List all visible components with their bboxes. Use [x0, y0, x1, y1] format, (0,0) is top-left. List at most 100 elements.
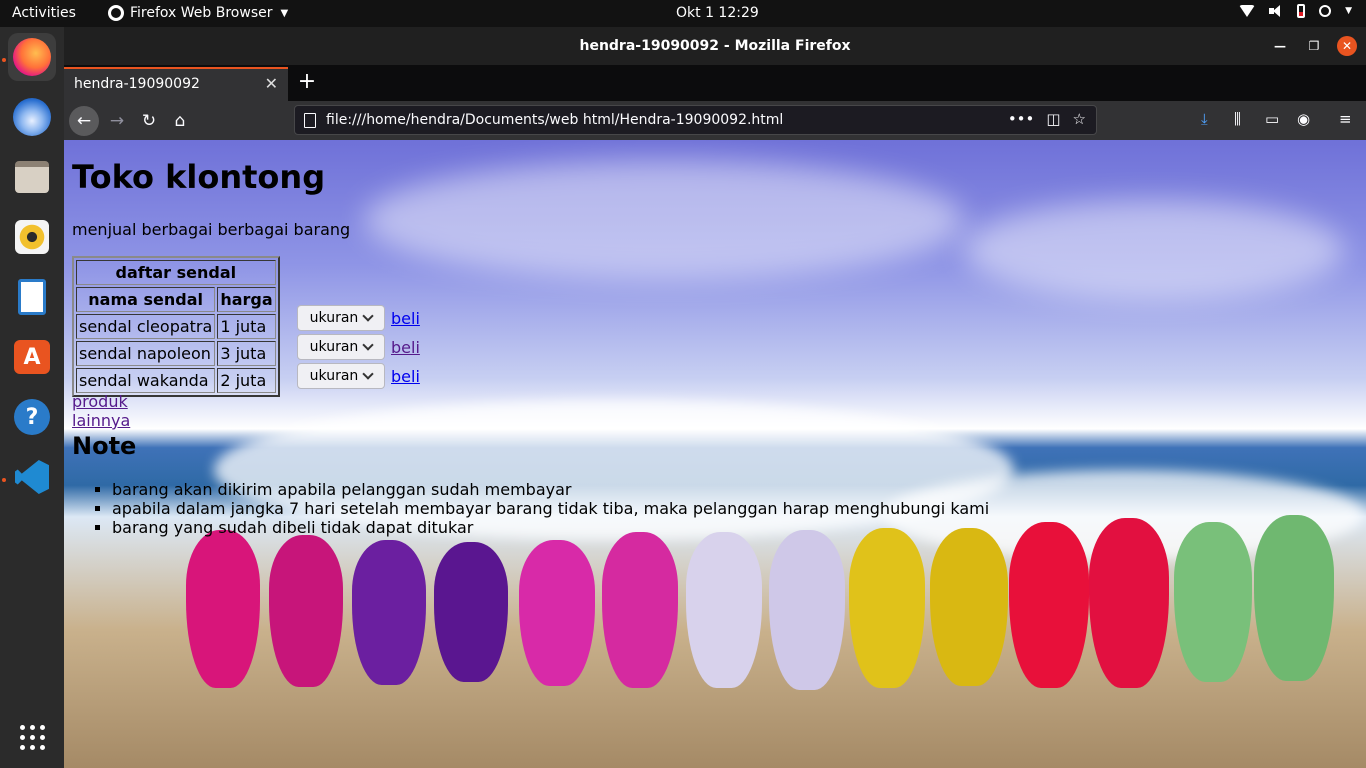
- rhythmbox-icon: [15, 220, 49, 254]
- chevron-down-icon: [362, 368, 374, 380]
- chevron-down-icon: [362, 339, 374, 351]
- url-bar[interactable]: file:///home/hendra/Documents/web html/H…: [294, 105, 1097, 135]
- firefox-icon: [13, 38, 51, 76]
- library-icon[interactable]: ⫼: [1234, 110, 1241, 128]
- app-menu-label: Firefox Web Browser: [130, 5, 273, 21]
- activities-button[interactable]: Activities: [12, 5, 76, 21]
- size-select[interactable]: ukuran: [297, 363, 385, 389]
- flipflop-image: [1254, 515, 1334, 681]
- dock-firefox[interactable]: [8, 33, 56, 81]
- dock: A ?: [0, 27, 65, 768]
- note-heading: Note: [72, 432, 137, 460]
- chevron-down-icon: [362, 310, 374, 322]
- power-icon: [1319, 5, 1332, 17]
- back-button[interactable]: ←: [69, 106, 99, 136]
- dock-help[interactable]: ?: [8, 393, 56, 441]
- sandal-table: daftar sendal nama sendal harga sendal c…: [72, 256, 280, 397]
- dock-vscode[interactable]: [8, 453, 56, 501]
- chevron-down-icon: ▼: [1345, 6, 1352, 16]
- tab-bar: hendra-19090092 ✕ +: [64, 65, 1366, 101]
- size-select-label: ukuran: [309, 310, 359, 326]
- dock-software[interactable]: A: [8, 333, 56, 381]
- sandal-name: sendal wakanda: [76, 368, 216, 393]
- libreoffice-writer-icon: [18, 279, 46, 315]
- system-tray[interactable]: ▼: [1239, 4, 1352, 18]
- background-cloud: [964, 200, 1344, 300]
- sandal-name: sendal cleopatra: [76, 314, 216, 339]
- table-row: sendal wakanda 2 juta: [76, 368, 276, 393]
- flipflop-image: [1174, 522, 1252, 682]
- page-actions-icon[interactable]: •••: [1008, 110, 1035, 128]
- new-tab-button[interactable]: +: [294, 69, 320, 94]
- title-bar: hendra-19090092 - Mozilla Firefox — ❐ ✕: [64, 27, 1366, 65]
- chevron-down-icon: ▼: [280, 7, 289, 19]
- page-content: Toko klontong menjual berbagai berbagai …: [64, 140, 1366, 768]
- firefox-window: hendra-19090092 - Mozilla Firefox — ❐ ✕ …: [64, 27, 1366, 768]
- flipflop-image: [602, 532, 678, 688]
- buy-link[interactable]: beli: [391, 367, 420, 386]
- list-item: apabila dalam jangka 7 hari setelah memb…: [112, 499, 989, 518]
- navigation-toolbar: ← → ↻ ⌂ file:///home/hendra/Documents/we…: [64, 101, 1366, 140]
- url-text[interactable]: file:///home/hendra/Documents/web html/H…: [326, 112, 783, 128]
- list-item: barang yang sudah dibeli tidak dapat dit…: [112, 518, 989, 537]
- order-row: ukuran beli: [297, 305, 420, 331]
- running-indicator: [2, 58, 6, 62]
- reload-button[interactable]: ↻: [134, 106, 164, 136]
- table-caption: daftar sendal: [76, 260, 276, 285]
- table-row: sendal napoleon 3 juta: [76, 341, 276, 366]
- thunderbird-icon: [13, 98, 51, 136]
- sandal-price: 2 juta: [217, 368, 276, 393]
- more-products-link[interactable]: produk lainnya: [72, 392, 130, 430]
- flipflop-image: [186, 530, 260, 688]
- show-applications-icon: [19, 724, 45, 750]
- flipflop-image: [1089, 518, 1169, 688]
- sandal-price: 1 juta: [217, 314, 276, 339]
- close-window-button[interactable]: ✕: [1337, 36, 1357, 56]
- clock[interactable]: Okt 1 12:29: [676, 5, 759, 21]
- account-icon[interactable]: ◉: [1297, 110, 1310, 128]
- close-tab-icon[interactable]: ✕: [265, 74, 278, 93]
- table-row: sendal cleopatra 1 juta: [76, 314, 276, 339]
- buy-link[interactable]: beli: [391, 309, 420, 328]
- dock-files[interactable]: [8, 153, 56, 201]
- battery-icon: [1297, 4, 1306, 18]
- firefox-app-icon: [108, 5, 124, 21]
- flipflop-image: [930, 528, 1008, 686]
- tab-label: hendra-19090092: [74, 76, 200, 92]
- flipflop-image: [849, 528, 925, 688]
- pocket-icon[interactable]: ◫: [1046, 110, 1060, 128]
- flipflop-image: [434, 542, 508, 682]
- size-select[interactable]: ukuran: [297, 334, 385, 360]
- download-icon[interactable]: ⤓: [1201, 110, 1208, 128]
- flipflop-image: [519, 540, 595, 686]
- flipflop-image: [269, 535, 343, 687]
- sidebar-icon[interactable]: ▭: [1265, 110, 1279, 128]
- menu-icon[interactable]: ≡: [1339, 110, 1352, 128]
- dock-writer[interactable]: [8, 273, 56, 321]
- minimize-button[interactable]: —: [1271, 37, 1289, 55]
- note-list: barang akan dikirim apabila pelanggan su…: [72, 480, 989, 537]
- maximize-button[interactable]: ❐: [1305, 37, 1323, 55]
- page-icon: [304, 113, 316, 128]
- bookmark-star-icon[interactable]: ☆: [1073, 110, 1086, 128]
- buy-link[interactable]: beli: [391, 338, 420, 357]
- help-icon: ?: [14, 399, 50, 435]
- size-select-label: ukuran: [309, 339, 359, 355]
- order-row: ukuran beli: [297, 334, 420, 360]
- dock-rhythmbox[interactable]: [8, 213, 56, 261]
- tab-hendra[interactable]: hendra-19090092 ✕: [64, 67, 288, 101]
- background-cloud: [364, 160, 964, 280]
- list-item: barang akan dikirim apabila pelanggan su…: [112, 480, 989, 499]
- size-select-label: ukuran: [309, 368, 359, 384]
- window-title: hendra-19090092 - Mozilla Firefox: [579, 38, 851, 54]
- flipflop-image: [1009, 522, 1089, 688]
- forward-button[interactable]: →: [102, 106, 132, 136]
- app-menu[interactable]: Firefox Web Browser ▼: [108, 5, 288, 21]
- size-select[interactable]: ukuran: [297, 305, 385, 331]
- vscode-icon: [15, 460, 49, 494]
- home-button[interactable]: ⌂: [165, 106, 195, 136]
- wifi-icon: [1239, 5, 1256, 17]
- volume-icon: [1269, 5, 1283, 17]
- dock-thunderbird[interactable]: [8, 93, 56, 141]
- dock-show-applications[interactable]: [8, 713, 56, 761]
